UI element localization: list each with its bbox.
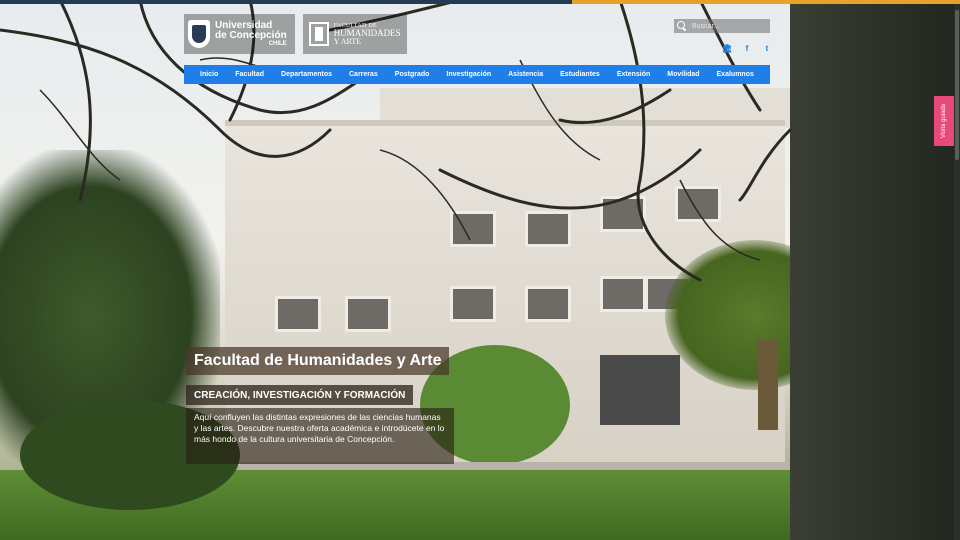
visita-guiada-label: Visita guiada: [941, 103, 947, 139]
faculty-mark-icon: [308, 22, 329, 46]
hero-description: Aquí confluyen las distintas expresiones…: [186, 408, 454, 464]
header-logos: Universidad de Concepción CHILE FACULTAD…: [184, 14, 407, 54]
faculty-logo-line3: Y ARTE: [333, 36, 362, 46]
top-border-accent: [572, 0, 960, 4]
hero-subtitle: CREACIÓN, INVESTIGACIÓN Y FORMACIÓN: [186, 385, 414, 405]
nav-item-estudiantes[interactable]: Estudiantes: [560, 71, 600, 78]
nav-item-carreras[interactable]: Carreras: [349, 71, 378, 78]
nav-item-inicio[interactable]: Inicio: [200, 71, 218, 78]
hero-title: Facultad de Humanidades y Arte: [186, 347, 450, 375]
scrollbar-thumb[interactable]: [955, 10, 959, 160]
faculty-logo[interactable]: FACULTAD DE HUMANIDADES Y ARTE: [302, 14, 407, 54]
nav-item-movilidad[interactable]: Movilidad: [667, 71, 699, 78]
nav-item-extension[interactable]: Extensión: [617, 71, 650, 78]
search-input[interactable]: [688, 22, 764, 30]
faculty-logo-text: FACULTAD DE HUMANIDADES Y ARTE: [334, 23, 401, 46]
university-shield-icon: [188, 20, 210, 48]
university-logo[interactable]: Universidad de Concepción CHILE: [184, 14, 295, 54]
nav-item-facultad[interactable]: Facultad: [235, 71, 264, 78]
main-nav: Inicio Facultad Departamentos Carreras P…: [184, 65, 770, 84]
twitter-icon[interactable]: t: [762, 43, 772, 53]
nav-item-postgrado[interactable]: Postgrado: [395, 71, 430, 78]
nav-item-exalumnos[interactable]: Exalumnos: [717, 71, 754, 78]
visita-guiada-tab[interactable]: Visita guiada: [934, 96, 954, 146]
nav-item-departamentos[interactable]: Departamentos: [281, 71, 332, 78]
university-logo-text: Universidad de Concepción CHILE: [215, 21, 287, 48]
facebook-icon[interactable]: f: [742, 43, 752, 53]
social-links: 🏛 f t: [722, 43, 772, 53]
university-logo-line2: de Concepción: [215, 30, 287, 41]
institution-icon[interactable]: 🏛: [722, 43, 732, 53]
nav-item-asistencia[interactable]: Asistencia: [508, 71, 543, 78]
nav-item-investigacion[interactable]: Investigación: [446, 71, 491, 78]
university-logo-line3: CHILE: [268, 41, 287, 47]
search-icon[interactable]: [674, 19, 688, 33]
search-box[interactable]: [674, 19, 770, 33]
